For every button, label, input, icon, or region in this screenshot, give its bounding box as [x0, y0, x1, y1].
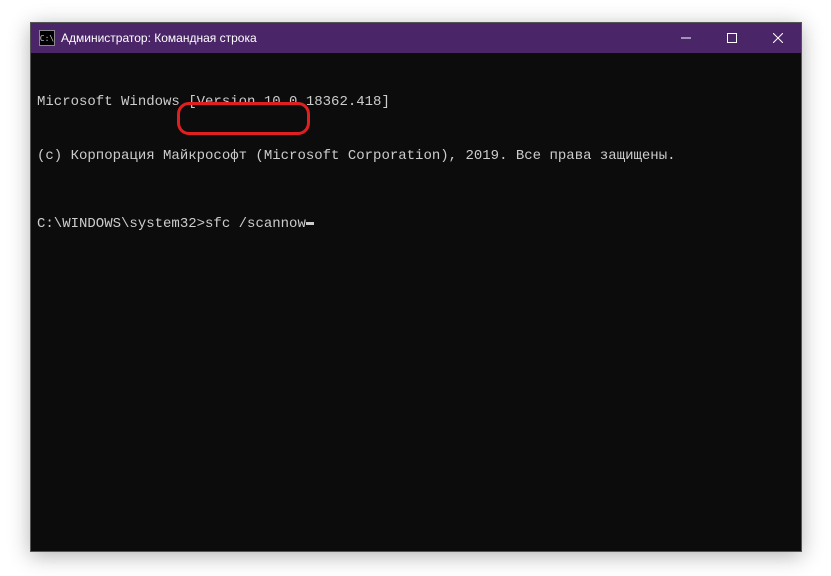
- window-controls: [663, 23, 801, 53]
- copyright-line: (c) Корпорация Майкрософт (Microsoft Cor…: [37, 147, 795, 165]
- version-line: Microsoft Windows [Version 10.0.18362.41…: [37, 93, 795, 111]
- text-cursor: [306, 222, 314, 225]
- close-icon: [773, 33, 783, 43]
- maximize-button[interactable]: [709, 23, 755, 53]
- titlebar[interactable]: C:\ Администратор: Командная строка: [31, 23, 801, 53]
- minimize-button[interactable]: [663, 23, 709, 53]
- prompt-line: C:\WINDOWS\system32>sfc /scannow: [37, 215, 795, 233]
- prompt-text: C:\WINDOWS\system32>: [37, 215, 205, 233]
- window-title: Администратор: Командная строка: [61, 31, 663, 45]
- app-icon: C:\: [39, 30, 55, 46]
- app-icon-text: C:\: [40, 34, 54, 43]
- minimize-icon: [681, 33, 691, 43]
- terminal-area[interactable]: Microsoft Windows [Version 10.0.18362.41…: [31, 53, 801, 273]
- maximize-icon: [727, 33, 737, 43]
- command-prompt-window: C:\ Администратор: Командная строка: [30, 22, 802, 552]
- command-text: sfc /scannow: [205, 215, 306, 233]
- close-button[interactable]: [755, 23, 801, 53]
